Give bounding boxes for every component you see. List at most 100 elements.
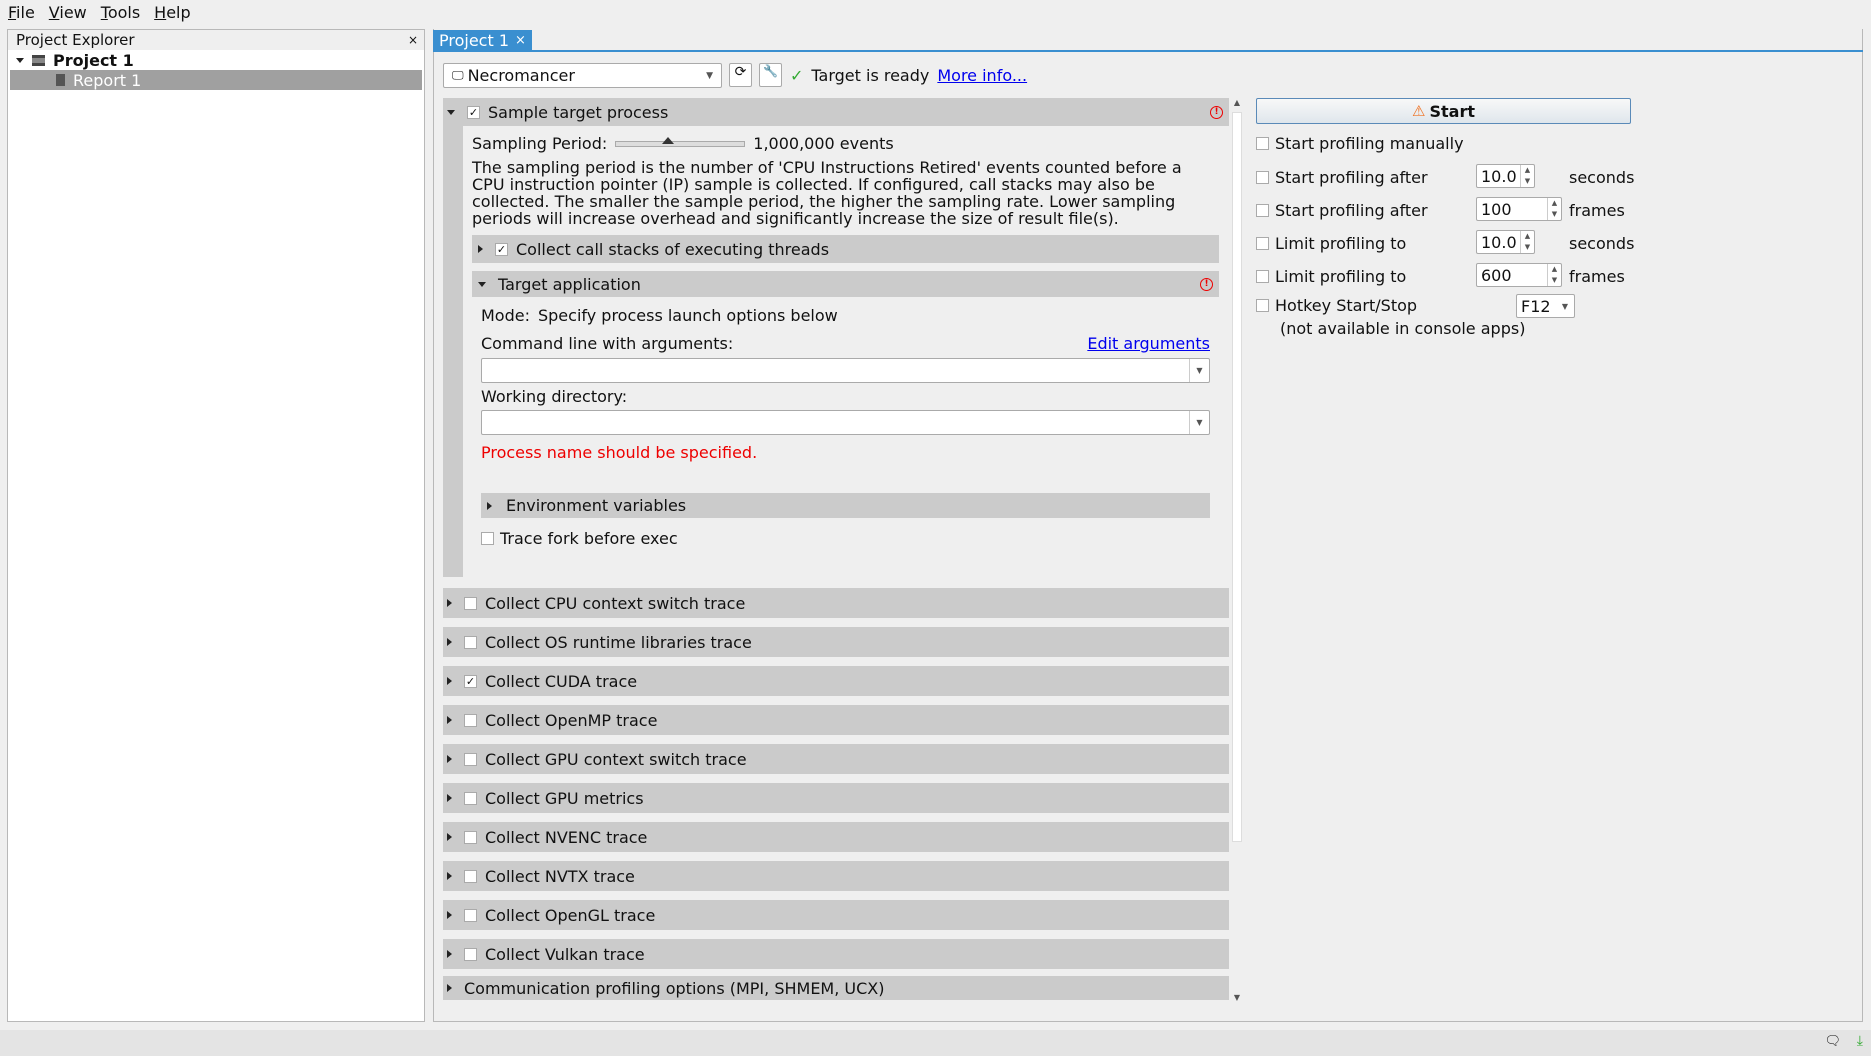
spin-arrows-icon[interactable]: ▲ ▼ — [1547, 264, 1561, 286]
section-label: Collect NVTX trace — [485, 866, 635, 886]
expand-icon[interactable] — [447, 599, 452, 607]
cmd-input[interactable]: ▼ — [481, 358, 1210, 383]
section-row[interactable]: Collect OpenMP trace — [443, 705, 1229, 735]
start-button[interactable]: ⚠ Start — [1256, 98, 1631, 124]
menu-view[interactable]: View — [49, 3, 87, 22]
hotkey-label: Hotkey Start/Stop — [1275, 296, 1418, 315]
section-checkbox[interactable] — [464, 635, 477, 649]
close-icon[interactable]: × — [515, 33, 526, 48]
section-row[interactable]: ✓ Collect CUDA trace — [443, 666, 1229, 696]
chevron-down-icon[interactable]: ▼ — [1189, 359, 1209, 382]
option-checkbox[interactable] — [1256, 270, 1269, 283]
section-row[interactable]: Collect OpenGL trace — [443, 900, 1229, 930]
more-info-link[interactable]: More info... — [937, 66, 1027, 85]
download-icon[interactable]: ⤓ — [1857, 1033, 1863, 1049]
option-checkbox[interactable] — [1256, 204, 1269, 217]
profiling-option-row[interactable]: Limit profiling to — [1256, 234, 1406, 253]
spinbox-value: 100 — [1481, 199, 1512, 219]
collapse-icon[interactable] — [447, 109, 455, 115]
call-stacks-row[interactable]: ✓ Collect call stacks of executing threa… — [472, 235, 1219, 263]
tree-item-project[interactable]: Project 1 — [8, 50, 424, 70]
section-checkbox[interactable] — [464, 830, 477, 844]
option-spinbox[interactable]: 10.0 ▲ ▼ — [1476, 164, 1535, 188]
env-vars-row[interactable]: Environment variables — [481, 493, 1210, 518]
menu-help[interactable]: Help — [154, 3, 190, 22]
section-checkbox[interactable] — [464, 947, 477, 961]
section-checkbox[interactable] — [464, 869, 477, 883]
cmd-label: Command line with arguments: — [481, 334, 734, 353]
section-checkbox[interactable]: ✓ — [464, 674, 477, 688]
expand-icon[interactable] — [487, 501, 492, 510]
profiling-option-row[interactable]: Start profiling after — [1256, 201, 1428, 220]
scroll-up-icon[interactable]: ▲ — [1230, 98, 1244, 107]
option-checkbox[interactable] — [1256, 171, 1269, 184]
target-select[interactable]: 🖵 Necromancer ▼ — [443, 63, 722, 88]
expand-icon[interactable] — [447, 911, 452, 919]
section-checkbox[interactable] — [464, 908, 477, 922]
expand-icon[interactable] — [478, 245, 483, 253]
edit-arguments-link[interactable]: Edit arguments — [1087, 334, 1210, 353]
refresh-button[interactable]: ⟳ — [729, 63, 752, 87]
call-stacks-checkbox[interactable]: ✓ — [495, 242, 508, 256]
section-checkbox[interactable] — [464, 752, 477, 766]
expand-icon[interactable] — [447, 984, 452, 992]
trace-fork-row[interactable]: Trace fork before exec — [481, 529, 678, 548]
profiling-option-row[interactable]: Limit profiling to — [1256, 267, 1406, 286]
hotkey-row[interactable]: Hotkey Start/Stop — [1256, 296, 1417, 315]
spin-arrows-icon[interactable]: ▲ ▼ — [1520, 165, 1534, 187]
tab-project-1[interactable]: Project 1 × — [433, 30, 532, 51]
section-row[interactable]: Collect Vulkan trace — [443, 939, 1229, 969]
sample-checkbox[interactable]: ✓ — [467, 105, 480, 119]
spin-arrows-icon[interactable]: ▲ ▼ — [1547, 198, 1561, 220]
expand-icon[interactable] — [447, 638, 452, 646]
close-icon[interactable]: × — [408, 33, 418, 47]
expand-icon[interactable] — [447, 833, 452, 841]
expand-icon[interactable] — [16, 57, 24, 63]
option-checkbox[interactable] — [1256, 237, 1269, 250]
target-app-header[interactable]: Target application ! — [472, 271, 1219, 297]
start-manually-row[interactable]: Start profiling manually — [1256, 134, 1464, 153]
option-spinbox[interactable]: 10.0 ▲ ▼ — [1476, 230, 1535, 254]
slider-thumb[interactable] — [662, 136, 675, 144]
hotkey-checkbox[interactable] — [1256, 299, 1269, 312]
tree-item-report[interactable]: Report 1 — [10, 70, 422, 90]
scrollbar-thumb[interactable] — [1232, 112, 1242, 842]
section-row[interactable]: Collect GPU context switch trace — [443, 744, 1229, 774]
working-directory-input[interactable]: ▼ — [481, 410, 1210, 435]
expand-icon[interactable] — [447, 755, 452, 763]
menu-tools[interactable]: Tools — [101, 3, 140, 22]
section-checkbox[interactable] — [464, 713, 477, 727]
option-spinbox[interactable]: 100 ▲ ▼ — [1476, 197, 1562, 221]
comm-options-row[interactable]: Communication profiling options (MPI, SH… — [443, 976, 1229, 1000]
scrollbar[interactable]: ▲ ▼ — [1230, 98, 1244, 1002]
spin-arrows-icon[interactable]: ▲ ▼ — [1520, 231, 1534, 253]
expand-icon[interactable] — [447, 872, 452, 880]
collapse-icon[interactable] — [478, 281, 486, 287]
option-spinbox[interactable]: 600 ▲ ▼ — [1476, 263, 1562, 287]
menu-file[interactable]: File — [8, 3, 35, 22]
section-checkbox[interactable] — [464, 791, 477, 805]
settings-button[interactable]: 🔧 — [759, 63, 782, 87]
config-panel: ✓ Sample target process ! Sampling Perio… — [443, 98, 1229, 1002]
profiling-option-row[interactable]: Start profiling after — [1256, 168, 1428, 187]
hotkey-select[interactable]: F12 ▼ — [1516, 294, 1575, 318]
error-icon: ! — [1200, 277, 1213, 291]
start-manually-checkbox[interactable] — [1256, 137, 1269, 150]
chat-icon[interactable]: 🗨 — [1824, 1034, 1841, 1049]
expand-icon[interactable] — [447, 716, 452, 724]
section-row[interactable]: Collect GPU metrics — [443, 783, 1229, 813]
chevron-down-icon[interactable]: ▼ — [1189, 411, 1209, 434]
section-row[interactable]: Collect NVTX trace — [443, 861, 1229, 891]
scroll-down-icon[interactable]: ▼ — [1230, 993, 1244, 1002]
wrench-icon: 🔧 — [763, 64, 778, 78]
section-row[interactable]: Collect NVENC trace — [443, 822, 1229, 852]
expand-icon[interactable] — [447, 677, 452, 685]
expand-icon[interactable] — [447, 950, 452, 958]
trace-fork-checkbox[interactable] — [481, 532, 494, 545]
sample-header[interactable]: ✓ Sample target process ! — [443, 98, 1229, 126]
expand-icon[interactable] — [447, 794, 452, 802]
sampling-slider[interactable] — [615, 136, 746, 147]
section-row[interactable]: Collect CPU context switch trace — [443, 588, 1229, 618]
section-row[interactable]: Collect OS runtime libraries trace — [443, 627, 1229, 657]
section-checkbox[interactable] — [464, 596, 477, 610]
